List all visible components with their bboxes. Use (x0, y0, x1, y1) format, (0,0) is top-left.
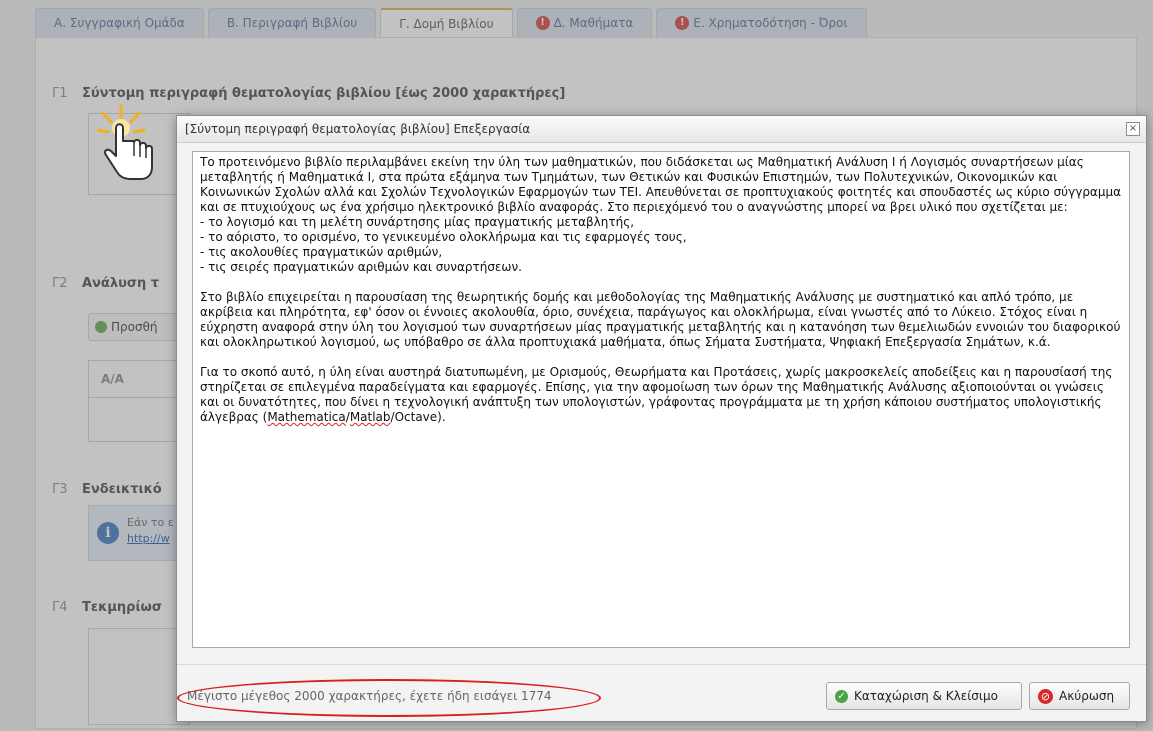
paragraph-1: Το προτεινόμενο βιβλίο περιλαμβάνει εκεί… (200, 155, 1122, 214)
spellcheck-word: Matlab (349, 410, 391, 424)
paragraph-2: Στο βιβλίο επιχειρείται η παρουσίαση της… (200, 290, 1121, 349)
hand-pointer-icon (97, 104, 153, 180)
dialog-footer: Μέγιστο μέγεθος 2000 χαρακτήρες, έχετε ή… (177, 664, 1146, 721)
paragraph-3-end: /Octave). (390, 410, 446, 424)
cancel-button-label: Ακύρωση (1059, 689, 1115, 703)
close-icon[interactable]: × (1126, 122, 1140, 136)
character-counter: Μέγιστο μέγεθος 2000 χαρακτήρες, έχετε ή… (187, 689, 552, 703)
bullet-item: - τις σειρές πραγματικών αριθμών και συν… (200, 260, 522, 274)
bullet-item: - το αόριστο, το ορισμένο, το γενικευμέν… (200, 230, 687, 244)
spellcheck-word: Mathematica (267, 410, 346, 424)
paragraph-3: Για το σκοπό αυτό, η ύλη είναι αυστηρά δ… (200, 365, 1122, 425)
editor-content: Το προτεινόμενο βιβλίο περιλαμβάνει εκεί… (193, 152, 1129, 428)
save-and-close-button[interactable]: ✓ Καταχώριση & Κλείσιμο (826, 682, 1022, 710)
bullet-item: - το λογισμό και τη μελέτη συνάρτησης μί… (200, 215, 635, 229)
edit-description-dialog: [Σύντομη περιγραφή θεματολογίας βιβλίου]… (176, 115, 1147, 722)
check-circle-icon: ✓ (835, 689, 848, 703)
description-textarea[interactable]: Το προτεινόμενο βιβλίο περιλαμβάνει εκεί… (192, 151, 1130, 648)
save-button-label: Καταχώριση & Κλείσιμο (854, 689, 998, 703)
cancel-button[interactable]: ⊘ Ακύρωση (1029, 682, 1130, 710)
dialog-titlebar[interactable]: [Σύντομη περιγραφή θεματολογίας βιβλίου]… (177, 116, 1146, 143)
bullet-item: - τις ακολουθίες πραγματικών αριθμών, (200, 245, 443, 259)
cancel-circle-icon: ⊘ (1038, 688, 1053, 704)
dialog-title: [Σύντομη περιγραφή θεματολογίας βιβλίου]… (185, 122, 531, 136)
